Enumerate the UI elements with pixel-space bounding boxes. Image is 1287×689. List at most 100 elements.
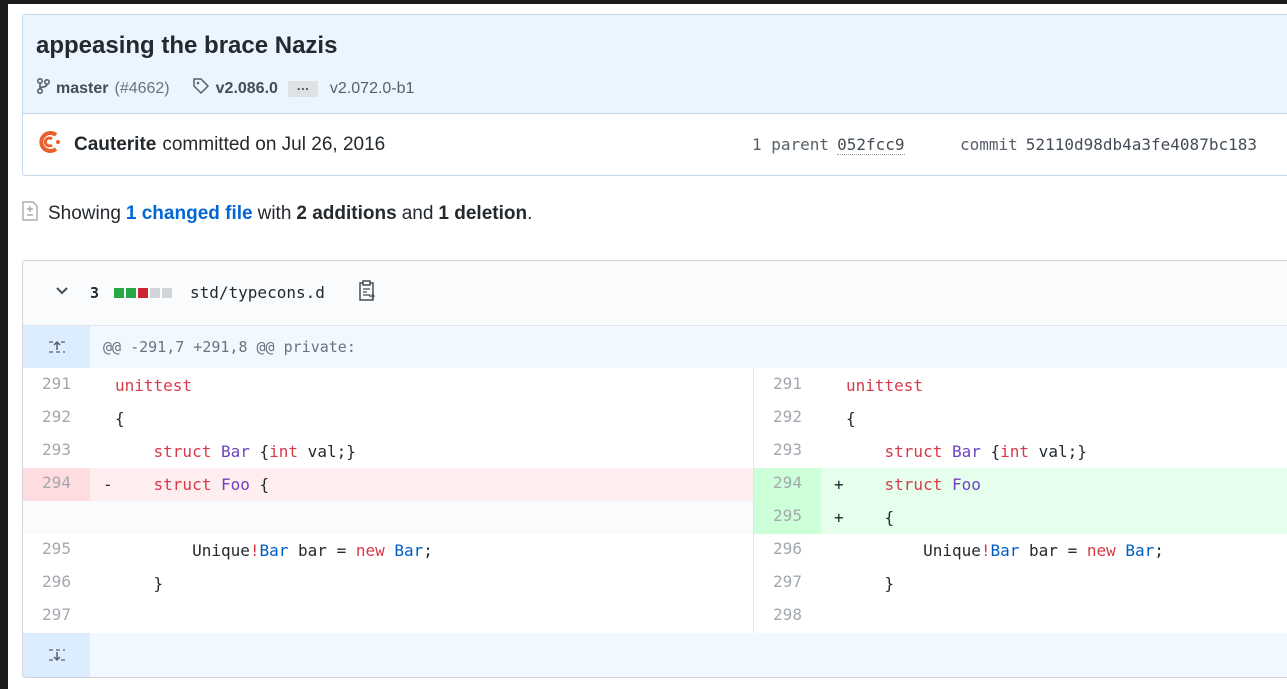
commit-refs: master (#4662) v2.086.0 … v2.072.0-b1 [36,77,414,100]
changed-files-link[interactable]: 1 changed file [126,203,253,225]
diff-line: 291 unittest [23,369,753,402]
code-token: { [249,475,270,494]
tag-link-primary[interactable]: v2.086.0 [216,80,278,98]
code-text: { [846,402,856,435]
code-text: } [115,567,164,600]
diff-line: 295 Unique!Bar bar = new Bar; [23,534,753,567]
diff-line: 295 + { [754,501,1287,534]
code-token: struct [884,475,943,494]
line-number[interactable]: 292 [23,402,90,435]
code-token: Bar [1125,541,1155,560]
diff-line: 291 unittest [754,369,1287,402]
line-number[interactable] [23,501,90,534]
diff-line: 296 Unique!Bar bar = new Bar; [754,534,1287,567]
parent-sha-link[interactable]: 052fcc9 [837,135,905,155]
line-number[interactable]: 298 [754,600,821,633]
commit-header: appeasing the brace Nazis master (#4662)… [22,14,1287,176]
code-token: ; [423,541,433,560]
line-number[interactable]: 294 [23,468,90,501]
pull-request-link[interactable]: (#4662) [114,80,169,98]
line-number[interactable]: 296 [23,567,90,600]
line-number[interactable]: 297 [23,600,90,633]
code-token: val;} [1029,442,1087,461]
code-token: { [980,442,1001,461]
line-number[interactable]: 295 [23,534,90,567]
diff-line: 297 [23,600,753,633]
diff-line: 292 { [754,402,1287,435]
branch-link[interactable]: master [56,80,108,98]
unfold-down-icon[interactable] [23,633,90,677]
code-token: Bar [220,442,250,461]
diff-right-side: 291 unittest 292{293 struct Bar {int val;}… [753,369,1287,633]
commit-sha: 52110d98db4a3fe4087bc183 [1025,135,1257,154]
commit-sha-info: commit 52110d98db4a3fe4087bc183 [960,135,1257,154]
file-diff: 3 std/typecons.d @@ -291,7 +291,8 @@ pri… [22,260,1287,678]
commit-label: commit [960,135,1018,154]
period: . [527,203,533,224]
author-link[interactable]: Cauterite [74,134,156,156]
more-tags-button[interactable]: … [287,79,318,97]
code-token: struct [884,442,943,461]
line-number[interactable]: 295 [754,501,821,534]
code-token: Unique [115,541,250,560]
unfold-up-icon[interactable] [23,326,90,368]
tag-link-secondary[interactable]: v2.072.0-b1 [330,80,415,98]
line-number[interactable]: 297 [754,567,821,600]
commit-title: appeasing the brace Nazis [36,32,338,59]
code-token: Foo [951,475,981,494]
code-token: } [115,574,164,593]
diff-line: 293 struct Bar {int val;} [754,435,1287,468]
commit-page: appeasing the brace Nazis master (#4662)… [8,4,1287,689]
hunk-header: @@ -291,7 +291,8 @@ private: [23,326,1287,368]
code-text: Unique!Bar bar = new Bar; [115,534,433,567]
line-number[interactable]: 293 [754,435,821,468]
code-token: int [1000,442,1030,461]
line-number[interactable]: 293 [23,435,90,468]
code-token: struct [153,475,212,494]
commit-summary: appeasing the brace Nazis master (#4662)… [23,15,1287,114]
line-number[interactable]: 296 [754,534,821,567]
code-text: struct Bar {int val;} [115,435,356,468]
file-path-link[interactable]: std/typecons.d [190,283,325,302]
clippy-icon[interactable] [358,279,378,308]
chevron-down-icon[interactable] [54,283,70,304]
diffstat-block [126,288,136,298]
diff-summary: Showing 1 changed file with 2 additions … [22,201,537,227]
hunk-footer [23,633,1287,677]
code-token: Bar [394,541,424,560]
code-token: int [269,442,299,461]
split-diff: 291 unittest 292{293 struct Bar {int val;}… [23,369,1287,633]
code-token: { [249,442,270,461]
line-number[interactable]: 291 [754,369,821,402]
diffstat-block [138,288,148,298]
git-branch-icon [36,77,51,100]
diff-line: 294- struct Foo { [23,468,753,501]
code-text: struct Bar {int val;} [846,435,1087,468]
code-token: ! [980,541,991,560]
commit-date: committed on Jul 26, 2016 [162,134,386,155]
code-text: unittest [115,369,192,402]
code-token: ; [1154,541,1164,560]
diff-line: 296 } [23,567,753,600]
commit-meta: Cauterite committed on Jul 26, 2016 1 pa… [36,127,1287,163]
diff-line: 298 [754,600,1287,633]
author-avatar[interactable] [36,128,64,162]
hunk-header-text: @@ -291,7 +291,8 @@ private: [103,338,356,356]
and-label: and [401,203,434,224]
diffstat-blocks [114,288,174,298]
code-token: struct [153,442,212,461]
code-text: struct Foo { [115,468,270,501]
code-text: unittest [846,369,923,402]
file-header: 3 std/typecons.d [23,261,1287,326]
code-token: Bar [259,541,289,560]
diff-line [23,501,753,534]
line-number[interactable]: 292 [754,402,821,435]
line-number[interactable]: 291 [23,369,90,402]
line-number[interactable]: 294 [754,468,821,501]
